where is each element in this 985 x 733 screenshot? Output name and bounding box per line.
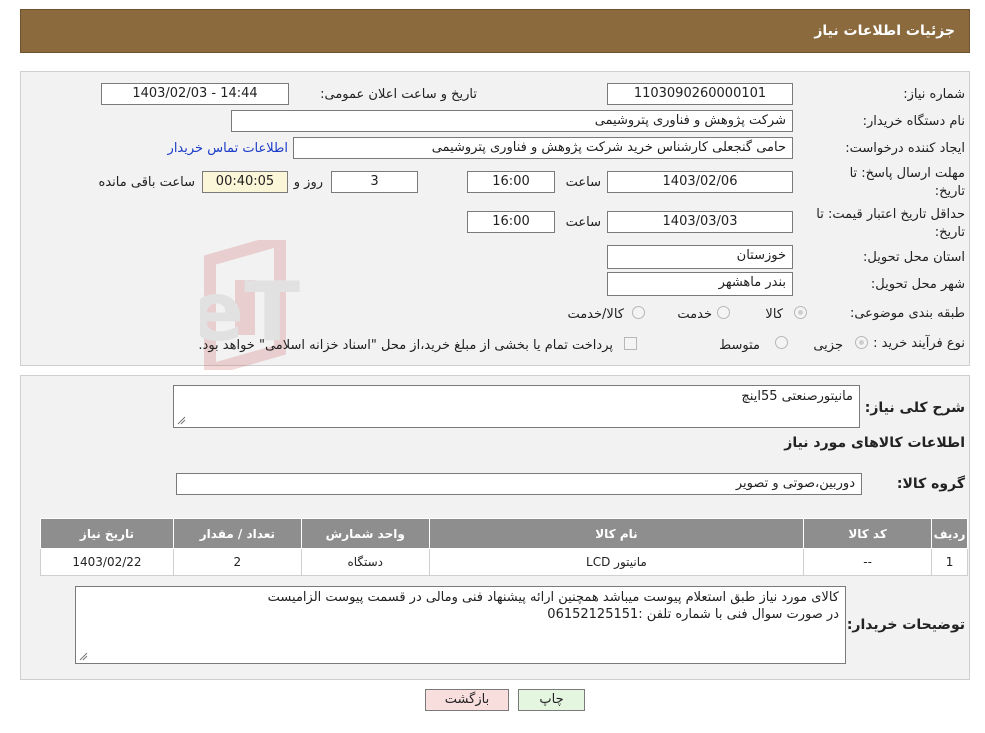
process-label: نوع فرآیند خرید : [873, 336, 965, 351]
cell-qty: 2 [172, 548, 302, 576]
deadline-time: 16:00 [467, 171, 555, 193]
validity-label: حداقل تاریخ اعتبار قیمت: تا [816, 207, 965, 222]
deadline-label: مهلت ارسال پاسخ: تا [849, 166, 965, 181]
city-label: شهر محل تحویل: [870, 277, 965, 292]
validity-label-date: تاریخ: [934, 225, 965, 240]
validity-hour-label: ساعت [565, 215, 601, 230]
category-radio-goods-service[interactable] [632, 306, 645, 319]
remaining-label: ساعت باقی مانده [98, 175, 195, 190]
category-label: طبقه بندی موضوعی: [849, 306, 965, 321]
col-row: ردیف [931, 518, 968, 549]
category-option-goods-service: کالا/خدمت [567, 307, 624, 322]
col-unit: واحد شمارش [300, 518, 430, 549]
category-option-service: خدمت [677, 307, 712, 322]
remaining-days: 3 [331, 171, 418, 193]
city-value: بندر ماهشهر [607, 272, 793, 296]
remaining-time: 00:40:05 [202, 171, 288, 193]
buyer-org-label: نام دستگاه خریدار: [862, 114, 965, 129]
col-date: تاریخ نیاز [40, 518, 174, 549]
items-table: ردیف کد کالا نام کالا واحد شمارش تعداد /… [40, 518, 968, 576]
page-title: جزئیات اطلاعات نیاز [814, 23, 955, 39]
category-radio-service[interactable] [717, 306, 730, 319]
creator-label: ایجاد کننده درخواست: [845, 141, 965, 156]
process-radio-medium[interactable] [775, 336, 788, 349]
buyer-notes-line-2: در صورت سوال فنی با شماره تلفن :06152125… [547, 607, 839, 622]
col-qty: تعداد / مقدار [172, 518, 302, 549]
need-number-label: شماره نیاز: [903, 87, 965, 102]
deadline-hour-label: ساعت [565, 175, 601, 190]
announce-label: تاریخ و ساعت اعلان عمومی: [320, 87, 477, 102]
cell-date: 1403/02/22 [40, 548, 174, 576]
table-header-row: ردیف کد کالا نام کالا واحد شمارش تعداد /… [40, 518, 968, 549]
buyer-org-value: شرکت پژوهش و فناوری پتروشیمی [231, 110, 793, 132]
buyer-notes-textarea[interactable]: کالای مورد نیاز طبق استعلام پیوست میباشد… [75, 586, 846, 664]
goods-group-label: گروه کالا: [896, 476, 965, 492]
cell-code: -- [803, 548, 933, 576]
days-label: روز و [293, 175, 323, 190]
announce-value: 1403/02/03 - 14:44 [101, 83, 289, 105]
resize-handle-icon[interactable] [79, 652, 88, 661]
buyer-notes-label: توضیحات خریدار: [846, 617, 965, 633]
col-name: نام کالا [428, 518, 805, 549]
print-button[interactable]: چاپ [518, 689, 585, 711]
table-row: 1 -- مانیتور LCD دستگاه 2 1403/02/22 [40, 548, 968, 576]
process-option-medium: متوسط [719, 338, 760, 353]
cell-name: مانیتور LCD [428, 548, 805, 576]
treasury-checkbox[interactable] [624, 337, 637, 350]
deadline-date: 1403/02/06 [607, 171, 793, 193]
process-radio-partial[interactable] [855, 336, 868, 349]
province-label: استان محل تحویل: [863, 250, 965, 265]
description-text: مانیتورصنعتی 55اینچ [741, 389, 853, 404]
process-option-partial: جزیی [813, 338, 843, 353]
deadline-label-date: تاریخ: [934, 184, 965, 199]
resize-handle-icon[interactable] [177, 416, 186, 425]
back-button[interactable]: بازگشت [425, 689, 509, 711]
buyer-contact-link[interactable]: اطلاعات تماس خریدار [168, 141, 288, 156]
validity-time: 16:00 [467, 211, 555, 233]
category-option-goods: کالا [765, 307, 783, 322]
province-value: خوزستان [607, 245, 793, 269]
creator-value: حامی گنجعلی کارشناس خرید شرکت پژوهش و فن… [293, 137, 793, 159]
validity-date: 1403/03/03 [607, 211, 793, 233]
description-label: شرح کلی نیاز: [864, 400, 965, 416]
description-textarea[interactable]: مانیتورصنعتی 55اینچ [173, 385, 860, 428]
buyer-notes-line-1: کالای مورد نیاز طبق استعلام پیوست میباشد… [267, 590, 839, 605]
page-header: جزئیات اطلاعات نیاز [20, 9, 970, 53]
cell-unit: دستگاه [300, 548, 430, 576]
cell-row: 1 [931, 548, 968, 576]
goods-section-title: اطلاعات کالاهای مورد نیاز [784, 435, 965, 451]
col-code: کد کالا [803, 518, 933, 549]
need-number-value: 1103090260000101 [607, 83, 793, 105]
category-radio-goods[interactable] [794, 306, 807, 319]
payment-note: پرداخت تمام یا بخشی از مبلغ خرید،از محل … [198, 338, 613, 353]
goods-group-value: دوربین،صوتی و تصویر [176, 473, 862, 495]
